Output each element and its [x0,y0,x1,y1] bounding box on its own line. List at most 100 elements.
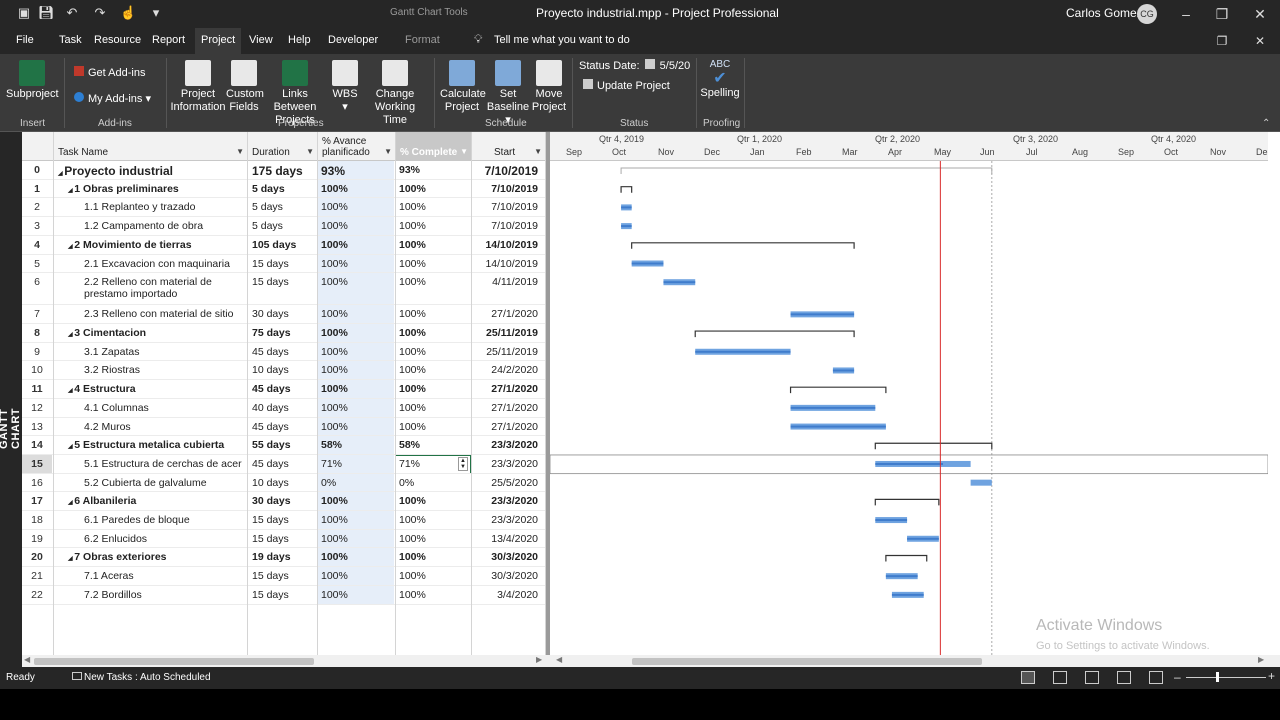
task-name-cell[interactable]: ◢ 6 Albanileria [54,492,246,511]
table-row[interactable]: 17 ◢ 6 Albanileria 30 days 100% 100% 23/3/202… [22,492,546,512]
task-name-cell[interactable]: 5.2 Cubierta de galvalume [54,474,246,493]
percent-complete-cell[interactable]: 100% [396,273,470,305]
zoom-in-icon[interactable]: + [1268,669,1275,683]
planned-cell[interactable]: 100% [318,567,394,586]
table-row[interactable]: 7 2.3 Relleno con material de sitio 30 day… [22,305,546,325]
table-scroll-thumb[interactable] [34,658,314,665]
task-name-cell[interactable]: ◢ 3 Cimentacion [54,324,246,343]
table-row[interactable]: 19 6.2 Enlucidos 15 days 100% 100% 13/4/2020 [22,529,546,549]
tab-help[interactable]: Help [288,34,311,46]
network-diagram-icon[interactable] [1085,671,1099,684]
planned-cell[interactable]: 100% [318,254,394,274]
move-project-button[interactable]: Move Project [530,60,568,114]
save-icon[interactable]: 💾︎ [38,5,55,21]
links-between-projects-button[interactable]: Links Between Projects [262,60,328,127]
planned-cell[interactable]: 71% [318,454,394,474]
update-project-button[interactable]: Update Project [583,79,670,92]
set-baseline-button[interactable]: Set Baseline ▾ [486,60,530,127]
column-planned[interactable]: % Avance planificado ▼ [318,132,396,161]
row-id[interactable]: 9 [22,343,52,362]
table-row[interactable]: 11 ◢ 4 Estructura 45 days 100% 100% 27/1/2020 [22,380,546,399]
chart-scroll-right-icon[interactable]: ▶ [1258,655,1264,664]
row-id[interactable]: 5 [22,255,52,274]
percent-complete-cell[interactable]: 100% [396,511,470,530]
tab-file[interactable]: File [16,34,34,46]
table-row[interactable]: 5 2.1 Excavacion con maquinaria 15 days 100… [22,254,546,274]
table-row[interactable]: 1 ◢ 1 Obras preliminares 5 days 100% 100% 7/1… [22,179,546,199]
zoom-out-icon[interactable]: – [1174,670,1181,684]
user-name[interactable]: Carlos Gomez [1066,6,1143,20]
planned-cell[interactable]: 100% [318,511,394,530]
planned-cell[interactable]: 100% [318,305,394,325]
start-cell[interactable]: 27/1/2020 [472,305,540,324]
filter-arrow-icon[interactable]: ▼ [460,147,468,156]
task-usage-icon[interactable] [1053,671,1067,684]
view-label-bar[interactable]: GANTT CHART [0,132,22,667]
start-cell[interactable]: 14/10/2019 [472,236,540,255]
task-name-cell[interactable]: 6.1 Paredes de bloque [54,511,246,530]
percent-complete-cell[interactable]: 100% [396,343,470,362]
horizontal-scrollbars[interactable]: ◀ ▶ ◀ ▶ [22,655,1280,667]
planned-cell[interactable]: 100% [318,529,394,549]
collapse-ribbon-icon[interactable]: ⌃ [1262,118,1270,129]
chart-scroll-thumb[interactable] [632,658,982,665]
tab-resource[interactable]: Resource [94,34,141,46]
task-name-cell[interactable]: ◢ 5 Estructura metalica cubierta [54,436,246,455]
row-id[interactable]: 2 [22,198,52,217]
duration-cell[interactable]: 5 days [248,217,316,236]
my-addins-button[interactable]: My Add-ins ▾ [74,92,151,105]
table-row[interactable]: 9 3.1 Zapatas 45 days 100% 100% 25/11/2019 [22,342,546,362]
row-id[interactable]: 11 [22,380,52,399]
percent-complete-cell[interactable]: 100% [396,217,470,236]
start-cell[interactable]: 23/3/2020 [472,492,540,511]
duration-cell[interactable]: 15 days [248,511,316,530]
filter-arrow-icon[interactable]: ▼ [384,147,392,156]
column-percent-complete[interactable]: % Complete ▼ [396,132,472,161]
task-name-cell[interactable]: 7.2 Bordillos [54,586,246,605]
percent-complete-cell[interactable]: 100% [396,180,470,199]
percent-complete-cell[interactable]: 100% [396,198,470,217]
table-row[interactable]: 14 ◢ 5 Estructura metalica cubierta 55 day… [22,436,546,455]
start-cell[interactable]: 25/11/2019 [472,324,540,343]
task-name-cell[interactable]: 7.1 Aceras [54,567,246,586]
task-name-cell[interactable]: 4.2 Muros [54,418,246,437]
filter-arrow-icon[interactable]: ▼ [306,147,314,156]
duration-cell[interactable]: 45 days [248,455,316,474]
start-cell[interactable]: 4/11/2019 [472,273,540,305]
start-cell[interactable]: 23/3/2020 [472,436,540,455]
percent-complete-cell[interactable]: 100% [396,236,470,255]
start-cell[interactable]: 7/10/2019 [472,217,540,236]
planned-cell[interactable]: 100% [318,324,394,343]
table-row[interactable]: 20 ◢ 7 Obras exteriores 19 days 100% 100% 30/… [22,548,546,568]
project-app-icon[interactable]: ▣ [16,5,32,21]
tell-me-search[interactable]: Tell me what you want to do [494,34,630,46]
task-name-cell[interactable]: ◢ Proyecto industrial [54,161,246,180]
planned-cell[interactable]: 100% [318,342,394,362]
start-cell[interactable]: 7/10/2019 [472,180,540,199]
planned-cell[interactable]: 100% [318,585,394,605]
select-all-corner[interactable] [22,132,54,161]
duration-cell[interactable]: 15 days [248,567,316,586]
column-task-name[interactable]: Task Name ▼ [54,132,248,161]
report-icon[interactable] [1149,671,1163,684]
percent-complete-cell[interactable]: 100% [396,305,470,324]
task-name-cell[interactable]: 6.2 Enlucidos [54,530,246,549]
row-id[interactable]: 8 [22,324,52,343]
planned-cell[interactable]: 100% [318,361,394,381]
task-name-cell[interactable]: 1.2 Campamento de obra [54,217,246,236]
table-row[interactable]: 4 ◢ 2 Movimiento de tierras 105 days 100% 10… [22,235,546,255]
table-row[interactable]: 15 5.1 Estructura de cerchas de acer 45 da… [22,454,546,474]
project-information-button[interactable]: Project Information [170,60,226,114]
table-row[interactable]: 10 3.2 Riostras 10 days 100% 100% 24/2/2020 [22,361,546,381]
row-id[interactable]: 4 [22,236,52,255]
row-id[interactable]: 17 [22,492,52,511]
tab-project[interactable]: Project [195,28,242,54]
restore-icon[interactable]: ❐ [1212,4,1232,24]
planned-cell[interactable]: 100% [318,198,394,218]
row-id[interactable]: 20 [22,548,52,567]
planned-cell[interactable]: 100% [318,548,394,568]
zoom-slider-thumb[interactable] [1216,672,1219,682]
duration-cell[interactable]: 5 days [248,180,316,199]
planned-cell[interactable]: 100% [318,492,394,512]
planned-cell[interactable]: 100% [318,217,394,236]
